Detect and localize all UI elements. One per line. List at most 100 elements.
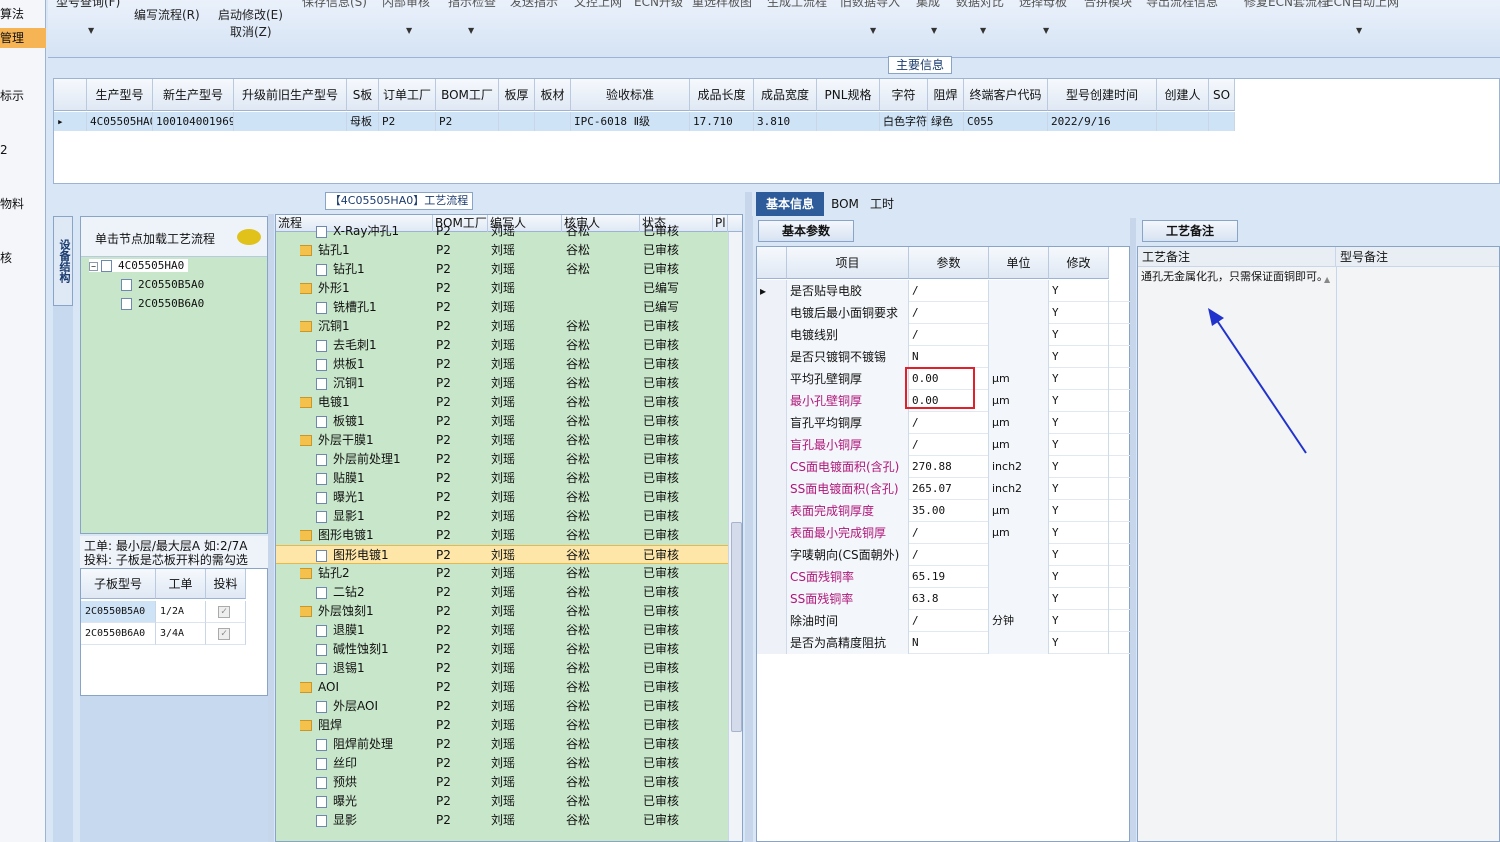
table-row[interactable]: −钻孔1P2 刘瑶 谷松 已审核 xyxy=(276,241,728,260)
dropdown-arrow-icon[interactable]: ▼ xyxy=(88,26,94,35)
toolbar-button[interactable]: 修复ECN套流程 xyxy=(1244,0,1329,10)
splitter-right[interactable] xyxy=(1130,218,1136,842)
table-row[interactable]: 预烘 P2 刘瑶 谷松 已审核 xyxy=(276,773,728,792)
main-row-cell[interactable]: 2022/9/16 xyxy=(1048,112,1157,131)
main-col-header[interactable]: 验收标准 xyxy=(571,79,690,111)
table-row[interactable]: 板镀1 P2 刘瑶 谷松 已审核 xyxy=(276,412,728,431)
main-row-cell[interactable]: 17.710 xyxy=(690,112,754,131)
main-col-header[interactable]: 字符 xyxy=(880,79,928,111)
table-row[interactable]: 电镀线别 / Y xyxy=(757,324,1131,346)
main-col-header[interactable]: 新生产型号 xyxy=(153,79,234,111)
main-row-cell[interactable] xyxy=(535,112,571,131)
tree-node[interactable]: 2C0550B6A0 xyxy=(121,297,204,310)
splitter-middle[interactable] xyxy=(745,192,753,842)
main-row-cell[interactable]: C055 xyxy=(964,112,1048,131)
param-col-header[interactable]: 修改 xyxy=(1049,247,1109,279)
param-modify-cell[interactable]: Y xyxy=(1049,588,1109,610)
main-row-cell[interactable] xyxy=(499,112,535,131)
param-value-cell[interactable]: / xyxy=(909,324,989,346)
main-row-cell[interactable]: P2 xyxy=(436,112,499,131)
param-value-cell[interactable]: / xyxy=(909,544,989,566)
main-col-header[interactable]: 订单工厂 xyxy=(379,79,436,111)
child-col-header[interactable]: 工单 xyxy=(156,569,206,599)
craft-note-text[interactable]: 通孔无金属化孔，只需保证面铜即可。 xyxy=(1141,271,1331,283)
table-row[interactable]: 盲孔平均铜厚 / μm Y xyxy=(757,412,1131,434)
table-row[interactable]: ▸ 是否贴导电胶 / Y xyxy=(757,280,1131,302)
table-row[interactable]: 阻焊前处理 P2 刘瑶 谷松 已审核 xyxy=(276,735,728,754)
param-modify-cell[interactable]: Y xyxy=(1049,478,1109,500)
table-row[interactable]: 电镀后最小面铜要求 / Y xyxy=(757,302,1131,324)
param-value-cell[interactable]: / xyxy=(909,610,989,632)
main-col-header[interactable]: 板厚 xyxy=(499,79,535,111)
child-order-cell[interactable]: 1/2A xyxy=(156,601,206,623)
tab-2[interactable]: 工时 xyxy=(866,192,898,216)
param-value-cell[interactable]: 35.00 xyxy=(909,500,989,522)
table-row[interactable]: 图形电镀1 P2 刘瑶 谷松 已审核 xyxy=(276,545,728,564)
main-row-cell[interactable] xyxy=(1157,112,1209,131)
param-modify-cell[interactable]: Y xyxy=(1049,412,1109,434)
table-row[interactable]: 外层AOI P2 刘瑶 谷松 已审核 xyxy=(276,697,728,716)
child-feed-cell[interactable]: ✓ xyxy=(206,623,246,645)
toolbar-button[interactable]: 集成 xyxy=(916,0,940,10)
table-row[interactable]: −阻焊P2 刘瑶 谷松 已审核 xyxy=(276,716,728,735)
tree-node[interactable]: 2C0550B5A0 xyxy=(121,278,204,291)
table-row[interactable]: 曝光1 P2 刘瑶 谷松 已审核 xyxy=(276,488,728,507)
table-row[interactable]: −外层蚀刻1P2 刘瑶 谷松 已审核 xyxy=(276,602,728,621)
param-modify-cell[interactable]: Y xyxy=(1049,522,1109,544)
toolbar-button[interactable]: 指示检查 xyxy=(448,0,496,10)
table-row[interactable]: 表面完成铜厚度 35.00 μm Y xyxy=(757,500,1131,522)
main-row-cell[interactable] xyxy=(234,112,347,131)
dropdown-arrow-icon[interactable]: ▼ xyxy=(1043,26,1049,35)
table-row[interactable]: CS面电镀面积(含孔) 270.88 inch2 Y xyxy=(757,456,1131,478)
toolbar-button[interactable]: 选择母板 xyxy=(1019,0,1067,10)
child-col-header[interactable]: 投料 xyxy=(206,569,246,599)
dropdown-arrow-icon[interactable]: ▼ xyxy=(980,26,986,35)
main-row-cell[interactable] xyxy=(1209,112,1235,131)
table-row[interactable]: 外层前处理1 P2 刘瑶 谷松 已审核 xyxy=(276,450,728,469)
param-modify-cell[interactable]: Y xyxy=(1049,390,1109,412)
main-col-header[interactable]: 终端客户代码 xyxy=(964,79,1048,111)
child-order-cell[interactable]: 3/4A xyxy=(156,623,206,645)
table-row[interactable]: SS面电镀面积(含孔) 265.07 inch2 Y xyxy=(757,478,1131,500)
main-row-cell[interactable]: 3.810 xyxy=(754,112,817,131)
param-value-cell[interactable]: / xyxy=(909,434,989,456)
table-row[interactable]: 盲孔最小铜厚 / μm Y xyxy=(757,434,1131,456)
toolbar-button[interactable]: ECN升级 xyxy=(634,0,683,10)
left-nav-item[interactable]: 标示 xyxy=(0,86,46,106)
main-col-header[interactable]: 阻焊 xyxy=(928,79,964,111)
toolbar-button[interactable]: 重选样板图 xyxy=(692,0,752,10)
collapse-icon[interactable]: − xyxy=(89,261,98,271)
table-row[interactable]: 二钻2 P2 刘瑶 谷松 已审核 xyxy=(276,583,728,602)
param-modify-cell[interactable]: Y xyxy=(1049,302,1109,324)
table-row[interactable]: −钻孔2P2 刘瑶 谷松 已审核 xyxy=(276,564,728,583)
left-nav-item[interactable]: 管理 xyxy=(0,28,46,48)
main-col-header[interactable]: PNL规格 xyxy=(817,79,880,111)
param-modify-cell[interactable]: Y xyxy=(1049,368,1109,390)
child-model-cell[interactable]: 2C0550B5A0 xyxy=(81,601,156,623)
param-modify-cell[interactable]: Y xyxy=(1049,500,1109,522)
left-nav-item[interactable]: 算法 xyxy=(0,4,46,24)
table-row[interactable]: 显影1 P2 刘瑶 谷松 已审核 xyxy=(276,507,728,526)
splitter-left[interactable] xyxy=(268,214,274,842)
table-row[interactable]: 铣槽孔1 P2 刘瑶 已编写 xyxy=(276,298,728,317)
child-feed-cell[interactable]: ✓ xyxy=(206,601,246,623)
main-row-cell[interactable]: 10010400196928 xyxy=(153,112,234,131)
param-value-cell[interactable]: / xyxy=(909,280,989,302)
param-modify-cell[interactable]: Y xyxy=(1049,280,1109,302)
dropdown-arrow-icon[interactable]: ▼ xyxy=(406,26,412,35)
toolbar-button[interactable]: ECN自动上网 xyxy=(1326,0,1399,10)
toolbar-button[interactable]: 旧数据导入 xyxy=(840,0,900,10)
main-col-header[interactable]: SO xyxy=(1209,79,1235,111)
param-modify-cell[interactable]: Y xyxy=(1049,632,1109,654)
toolbar-button[interactable]: 数据对比 xyxy=(956,0,1004,10)
left-nav-item[interactable]: 核 xyxy=(0,248,46,268)
table-row[interactable]: SS面残铜率 63.8 Y xyxy=(757,588,1131,610)
table-row[interactable]: 烘板1 P2 刘瑶 谷松 已审核 xyxy=(276,355,728,374)
table-row[interactable]: 曝光 P2 刘瑶 谷松 已审核 xyxy=(276,792,728,811)
toolbar-button[interactable]: 内部审核 xyxy=(382,0,430,10)
table-row[interactable]: 钻孔1 P2 刘瑶 谷松 已审核 xyxy=(276,260,728,279)
table-row[interactable]: 是否只镀铜不镀锡 N Y xyxy=(757,346,1131,368)
param-modify-cell[interactable]: Y xyxy=(1049,346,1109,368)
dropdown-arrow-icon[interactable]: ▼ xyxy=(931,26,937,35)
main-row-cell[interactable]: 母板 xyxy=(347,112,379,131)
